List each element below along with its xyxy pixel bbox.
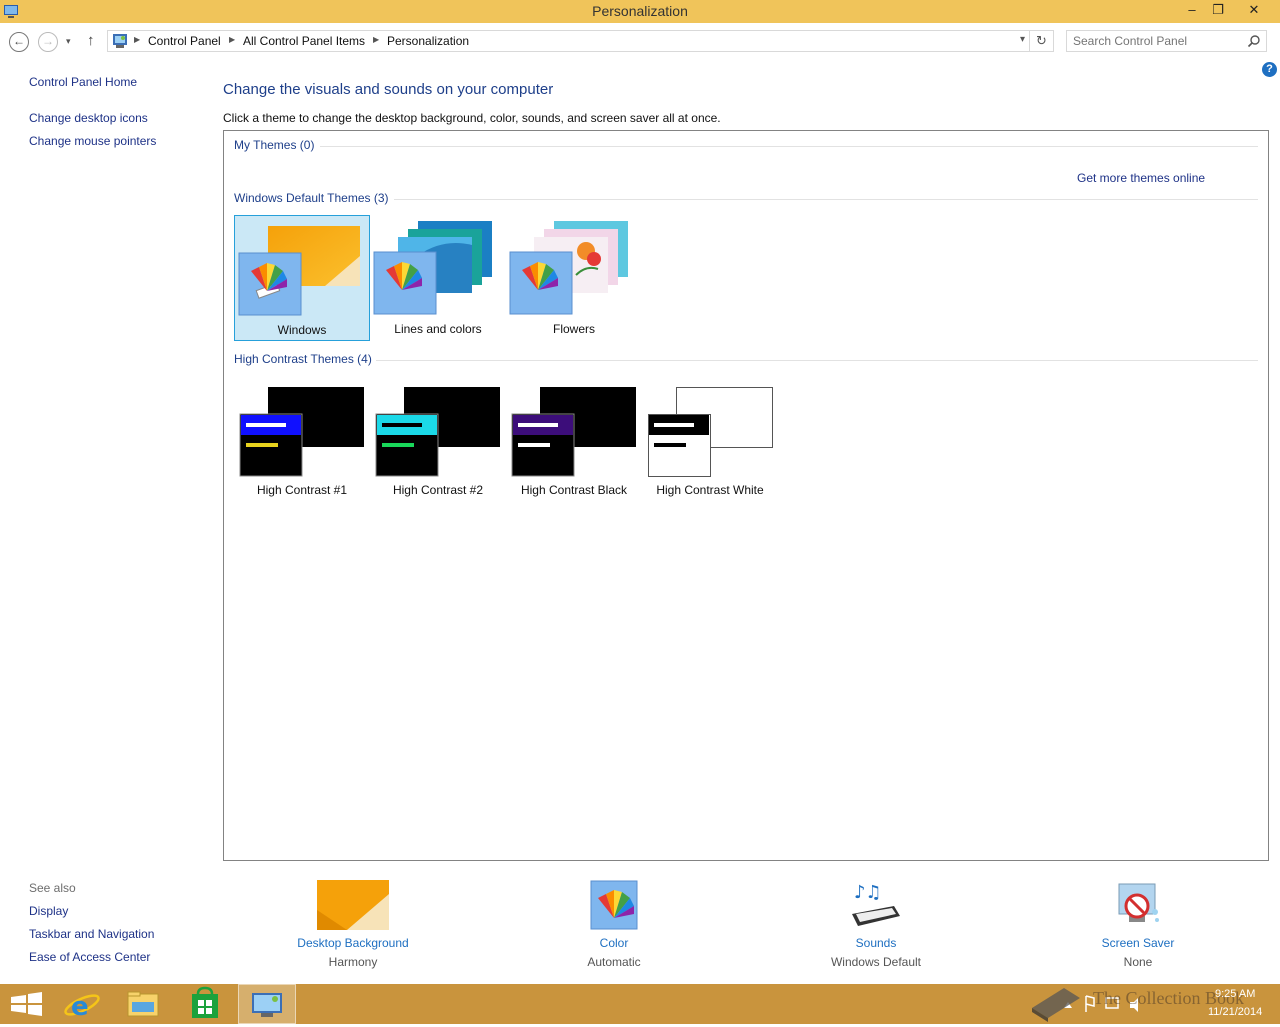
page-description: Click a theme to change the desktop back… [223,111,721,125]
taskbar-file-explorer[interactable] [114,984,172,1024]
maximize-button[interactable]: ❐ [1204,0,1232,22]
taskbar: e [0,984,1280,1024]
breadcrumb-personalization[interactable]: Personalization [387,34,469,48]
internet-explorer-icon: e [64,992,100,1022]
up-button[interactable]: ↑ [87,32,95,49]
lines-and-colors-thumbnail [373,221,492,315]
default-themes-header[interactable]: Windows Default Themes (3) [234,191,389,205]
sounds-label[interactable]: Sounds [816,936,936,950]
high-contrast-black-thumbnail [511,387,636,477]
breadcrumb-separator: ▶ [134,35,141,44]
help-icon[interactable]: ? [1262,62,1277,77]
display-link[interactable]: Display [29,904,68,918]
theme-label: Lines and colors [394,322,482,336]
theme-label: High Contrast White [656,483,764,497]
desktop-background-icon [317,880,389,930]
get-more-themes-link[interactable]: Get more themes online [1077,171,1205,185]
page-title: Change the visuals and sounds on your co… [223,81,554,98]
svg-text:♪♫: ♪♫ [854,882,882,903]
recent-locations-dropdown[interactable]: ▾ [66,36,71,47]
desktop-background-value: Harmony [328,955,378,969]
flowers-thumbnail [509,221,628,315]
sounds-item[interactable]: ♪♫ Sounds Windows Default [816,880,936,969]
high-contrast-white-thumbnail [648,387,773,477]
address-bar[interactable]: ▶ Control Panel ▶ All Control Panel Item… [107,30,1030,52]
file-explorer-icon [127,991,159,1017]
color-label[interactable]: Color [564,936,664,950]
store-icon [192,986,218,1018]
control-panel-icon [113,34,127,48]
theme-high-contrast-white[interactable]: High Contrast White [642,377,778,503]
theme-label: Flowers [552,322,595,336]
close-button[interactable]: ✕ [1236,0,1272,22]
breadcrumb-separator: ▶ [373,35,380,44]
search-icon[interactable] [1247,34,1261,48]
sounds-keyboard-icon: ♪♫ [852,882,900,926]
screen-saver-label[interactable]: Screen Saver [1088,936,1188,950]
search-input[interactable] [1073,34,1243,48]
navigation-bar: ← → ▾ ↑ ▶ Control Panel ▶ All Control Pa… [0,23,1280,59]
sounds-value: Windows Default [830,955,922,969]
theme-label: Windows [277,323,327,337]
taskbar-navigation-link[interactable]: Taskbar and Navigation [29,927,154,941]
theme-high-contrast-1[interactable]: High Contrast #1 [234,377,370,503]
divider [376,360,1258,361]
control-panel-icon [252,993,282,1017]
ease-of-access-link[interactable]: Ease of Access Center [29,950,150,964]
address-dropdown-chevron-icon[interactable]: ▾ [1020,34,1025,45]
windows-theme-thumbnail [238,226,360,316]
control-panel-home-link[interactable]: Control Panel Home [29,75,137,89]
change-mouse-pointers-link[interactable]: Change mouse pointers [29,134,156,148]
color-item[interactable]: Color Automatic [564,880,664,969]
theme-lines-and-colors[interactable]: Lines and colors [370,215,506,341]
minimize-button[interactable]: – [1178,0,1206,22]
theme-windows[interactable]: Windows [234,215,370,341]
theme-list: My Themes (0) Get more themes online Win… [223,130,1269,861]
search-box[interactable] [1066,30,1267,52]
back-button[interactable]: ← [9,32,29,52]
color-palette-icon [590,880,638,930]
desktop-background-item[interactable]: Desktop Background Harmony [283,880,423,969]
book-icon [1032,988,1080,1022]
high-contrast-2-thumbnail [375,387,500,477]
breadcrumb-all-items[interactable]: All Control Panel Items [243,34,365,48]
title-bar: Personalization – ❐ ✕ [0,0,1280,23]
theme-flowers[interactable]: Flowers [506,215,642,341]
forward-button[interactable]: → [38,32,58,52]
window-title: Personalization [592,3,688,19]
my-themes-header[interactable]: My Themes (0) [234,138,314,152]
screen-saver-value: None [1123,955,1153,969]
change-desktop-icons-link[interactable]: Change desktop icons [29,111,148,125]
breadcrumb-separator: ▶ [229,35,236,44]
see-also-label: See also [29,881,76,895]
theme-label: High Contrast Black [520,483,628,497]
taskbar-internet-explorer[interactable]: e [52,984,110,1024]
breadcrumb-control-panel[interactable]: Control Panel [148,34,221,48]
taskbar-store[interactable] [176,984,234,1024]
theme-label: High Contrast #2 [392,483,484,497]
windows-logo-icon [11,992,42,1016]
theme-high-contrast-black[interactable]: High Contrast Black [506,377,642,503]
screen-saver-item[interactable]: Screen Saver None [1088,880,1188,969]
theme-label: High Contrast #1 [256,483,348,497]
divider [394,199,1258,200]
high-contrast-1-thumbnail [239,387,364,477]
clock-time[interactable]: 9:25 AM [1215,988,1255,1000]
divider [320,146,1258,147]
clock-date[interactable]: 11/21/2014 [1208,1006,1262,1018]
refresh-button[interactable]: ↻ [1030,30,1054,52]
start-button[interactable] [0,984,58,1024]
svg-text:e: e [71,992,89,1022]
taskbar-control-panel[interactable] [238,984,296,1024]
color-value: Automatic [587,955,641,969]
theme-high-contrast-2[interactable]: High Contrast #2 [370,377,506,503]
desktop-background-label[interactable]: Desktop Background [283,936,423,950]
screen-saver-icon [1118,883,1159,922]
high-contrast-themes-header[interactable]: High Contrast Themes (4) [234,352,372,366]
